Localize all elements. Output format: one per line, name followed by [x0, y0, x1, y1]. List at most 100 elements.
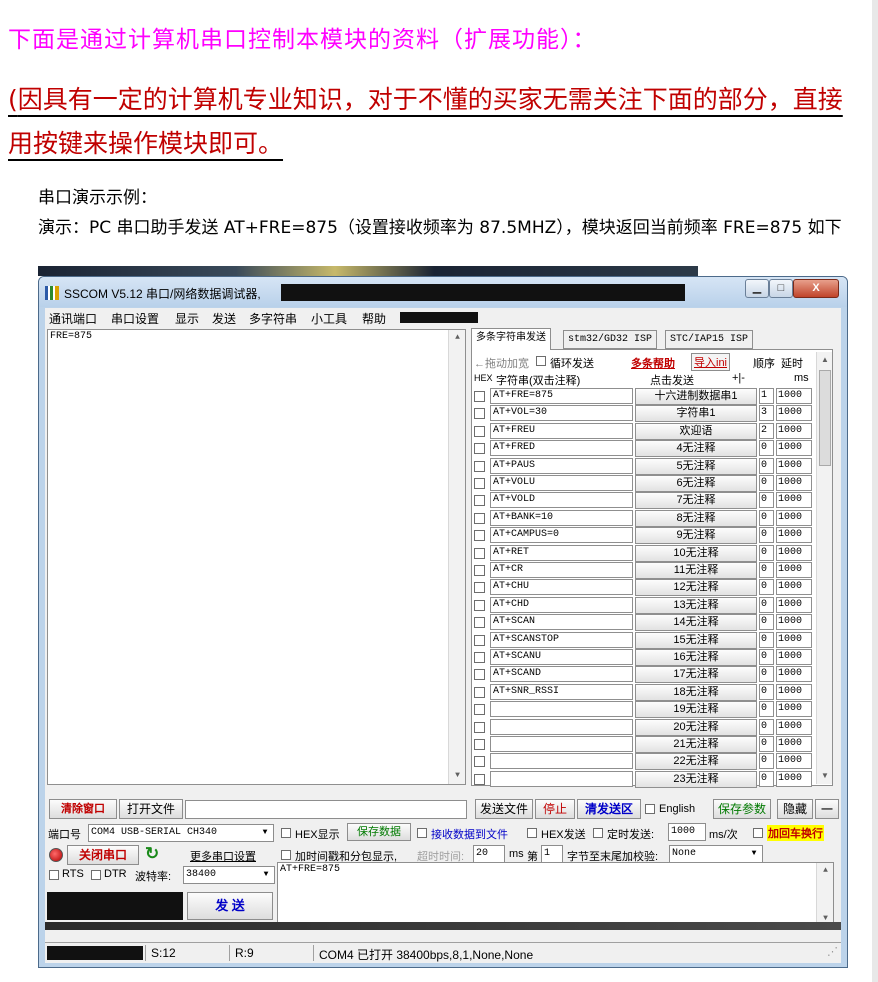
- close-port-button[interactable]: 关闭串口: [67, 845, 139, 865]
- hex-row-checkbox[interactable]: [474, 565, 485, 576]
- tab-multi-string[interactable]: 多条字符串发送: [471, 328, 551, 350]
- hex-row-checkbox[interactable]: [474, 773, 485, 785]
- resize-grip-icon[interactable]: ⋰: [827, 945, 838, 958]
- row-command-input[interactable]: [490, 718, 633, 735]
- row-delay-input[interactable]: 1000: [776, 614, 812, 631]
- row-command-input[interactable]: AT+FREU: [490, 422, 633, 439]
- hex-row-checkbox[interactable]: [474, 495, 485, 507]
- timeout-input[interactable]: 20: [473, 845, 505, 863]
- baud-select[interactable]: 38400 ▼: [183, 866, 275, 884]
- row-send-button[interactable]: 16无注释: [635, 649, 757, 666]
- row-order-input[interactable]: 0: [759, 770, 774, 787]
- panel-scroll-thumb[interactable]: [819, 370, 831, 466]
- row-delay-input[interactable]: 1000: [776, 492, 812, 509]
- row-order-input[interactable]: 3: [759, 405, 774, 422]
- row-send-button[interactable]: 20无注释: [635, 718, 757, 736]
- row-delay-input[interactable]: 1000: [776, 509, 812, 526]
- open-file-button[interactable]: 打开文件: [119, 799, 183, 819]
- byte-index-input[interactable]: 1: [541, 845, 563, 863]
- title-bar[interactable]: SSCOM V5.12 串口/网络数据调试器, ▁ □ X: [39, 277, 847, 307]
- row-send-button[interactable]: 13无注释: [635, 596, 757, 614]
- row-command-input[interactable]: AT+RET: [490, 544, 633, 561]
- row-delay-input[interactable]: 1000: [776, 649, 812, 665]
- row-command-input[interactable]: AT+VOLD: [490, 492, 633, 509]
- row-send-button[interactable]: 5无注释: [635, 457, 757, 475]
- row-send-button[interactable]: 14无注释: [635, 614, 757, 632]
- rts-checkbox[interactable]: [49, 870, 59, 880]
- row-send-button[interactable]: 7无注释: [635, 492, 757, 510]
- hex-row-checkbox[interactable]: [474, 686, 485, 698]
- row-order-input[interactable]: 0: [759, 440, 774, 457]
- row-command-input[interactable]: [490, 770, 633, 787]
- row-command-input[interactable]: AT+CHU: [490, 579, 633, 596]
- row-command-input[interactable]: AT+SCAN: [490, 614, 633, 631]
- append-crlf-checkbox[interactable]: [753, 828, 763, 838]
- row-order-input[interactable]: 0: [759, 562, 774, 578]
- tab-stm32-isp[interactable]: stm32/GD32 ISP: [563, 330, 658, 349]
- hex-row-checkbox[interactable]: [474, 460, 485, 472]
- clear-window-button[interactable]: 清除窗口: [49, 799, 117, 819]
- row-delay-input[interactable]: 1000: [776, 596, 812, 613]
- hex-row-checkbox[interactable]: [474, 756, 485, 768]
- hex-row-checkbox[interactable]: [474, 512, 485, 524]
- hex-send-checkbox[interactable]: [527, 828, 537, 838]
- timed-send-checkbox[interactable]: [593, 828, 603, 838]
- row-send-button[interactable]: 4无注释: [635, 440, 757, 458]
- refresh-icon[interactable]: ↻: [145, 844, 159, 864]
- row-order-input[interactable]: 0: [759, 527, 774, 544]
- hex-row-checkbox[interactable]: [474, 721, 485, 733]
- dtr-checkbox[interactable]: [91, 870, 101, 880]
- row-order-input[interactable]: 0: [759, 492, 774, 509]
- row-order-input[interactable]: 0: [759, 509, 774, 526]
- row-command-input[interactable]: AT+FRE=875: [490, 388, 633, 404]
- row-delay-input[interactable]: 1000: [776, 753, 812, 770]
- row-delay-input[interactable]: 1000: [776, 440, 812, 457]
- checksum-dropdown-icon[interactable]: ▼: [747, 847, 761, 861]
- row-order-input[interactable]: 0: [759, 579, 774, 596]
- hex-row-checkbox[interactable]: [474, 599, 485, 611]
- row-order-input[interactable]: 0: [759, 683, 774, 700]
- hex-row-checkbox[interactable]: [474, 408, 485, 420]
- row-send-button[interactable]: 22无注释: [635, 753, 757, 771]
- row-command-input[interactable]: AT+PAUS: [490, 457, 633, 474]
- row-delay-input[interactable]: 1000: [776, 666, 812, 683]
- hex-row-checkbox[interactable]: [474, 669, 485, 681]
- row-send-button[interactable]: 15无注释: [635, 631, 757, 649]
- row-send-button[interactable]: 23无注释: [635, 770, 757, 788]
- row-delay-input[interactable]: 1000: [776, 562, 812, 578]
- maximize-button[interactable]: □: [769, 279, 793, 298]
- row-command-input[interactable]: [490, 701, 633, 718]
- hex-row-checkbox[interactable]: [474, 739, 485, 750]
- send-button[interactable]: 发 送: [187, 892, 273, 920]
- menu-serial-settings[interactable]: 串口设置: [111, 310, 159, 327]
- row-order-input[interactable]: 0: [759, 666, 774, 683]
- row-order-input[interactable]: 2: [759, 422, 774, 439]
- row-delay-input[interactable]: 1000: [776, 475, 812, 491]
- multi-help-link[interactable]: 多条帮助: [631, 355, 675, 371]
- minimize-button[interactable]: ▁: [745, 279, 769, 298]
- row-command-input[interactable]: AT+SNR_RSSI: [490, 683, 633, 700]
- row-delay-input[interactable]: 1000: [776, 388, 812, 404]
- row-order-input[interactable]: 0: [759, 631, 774, 648]
- row-send-button[interactable]: 6无注释: [635, 475, 757, 492]
- checksum-select[interactable]: None ▼: [669, 845, 763, 863]
- menu-help[interactable]: 帮助: [362, 310, 386, 327]
- hdr-plus-minus[interactable]: +|-: [732, 372, 745, 384]
- hex-show-checkbox[interactable]: [281, 828, 291, 838]
- row-send-button[interactable]: 17无注释: [635, 666, 757, 684]
- panel-scrollbar[interactable]: ▲ ▼: [816, 352, 832, 784]
- english-checkbox[interactable]: [645, 804, 655, 814]
- send-scrollbar[interactable]: ▲ ▼: [816, 863, 833, 927]
- row-command-input[interactable]: AT+FRED: [490, 440, 633, 457]
- tab-stc-isp[interactable]: STC/IAP15 ISP: [665, 330, 754, 349]
- timestamp-checkbox[interactable]: [281, 850, 291, 860]
- row-command-input[interactable]: AT+CR: [490, 562, 633, 578]
- hex-row-checkbox[interactable]: [474, 443, 485, 455]
- row-command-input[interactable]: AT+SCANSTOP: [490, 631, 633, 648]
- row-order-input[interactable]: 0: [759, 753, 774, 770]
- file-path-field[interactable]: [185, 800, 467, 819]
- row-delay-input[interactable]: 1000: [776, 527, 812, 544]
- row-delay-input[interactable]: 1000: [776, 718, 812, 735]
- panel-scroll-down-icon[interactable]: ▼: [817, 768, 833, 784]
- send-input[interactable]: AT+FRE=875 ▲ ▼: [277, 862, 834, 928]
